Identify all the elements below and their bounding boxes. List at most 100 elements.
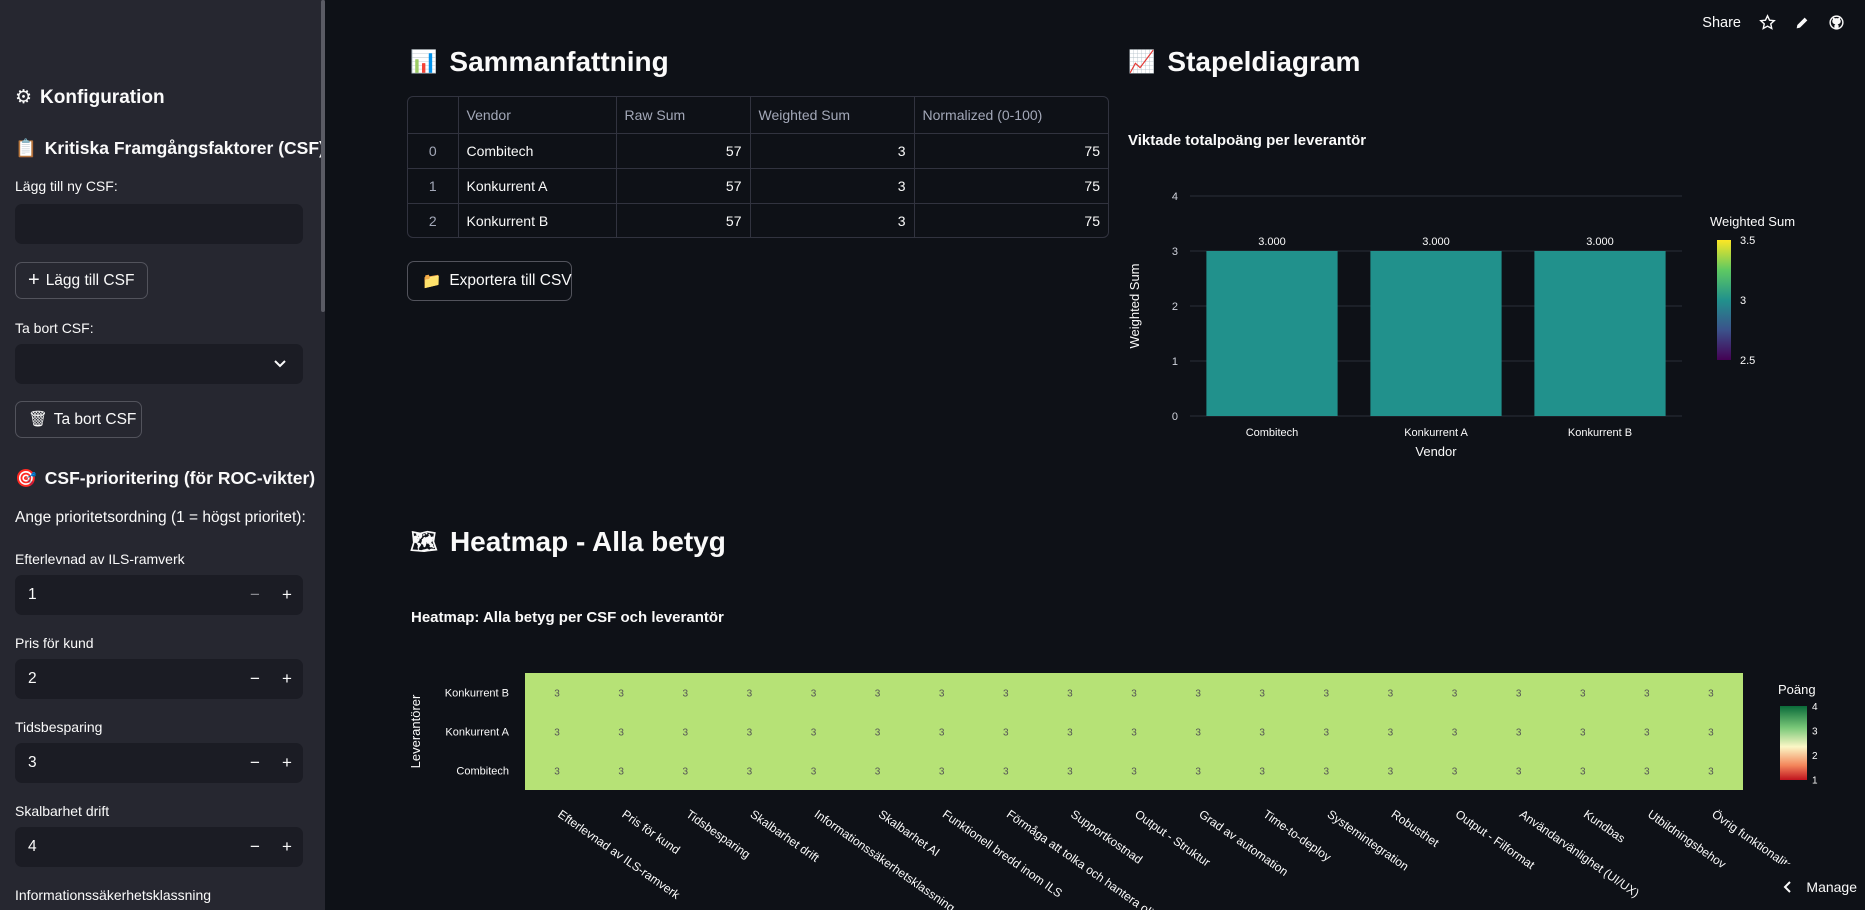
y-axis-label: Weighted Sum — [1127, 263, 1142, 348]
github-icon[interactable] — [1828, 14, 1845, 31]
cell-value: 3 — [1131, 767, 1137, 778]
remove-csf-button[interactable]: 🗑 Ta bort CSF — [15, 401, 142, 438]
weighted-sum-cell[interactable]: 3 — [750, 133, 915, 169]
clipboard-icon: 📋 — [15, 138, 37, 158]
y-tick-label: 1 — [1172, 356, 1178, 368]
row-index: 2 — [408, 203, 459, 237]
table-row[interactable]: 1 Konkurrent A 57 3 75 — [408, 168, 1108, 204]
plus-icon[interactable]: + — [271, 837, 303, 857]
cell-value: 3 — [811, 767, 817, 778]
cell-value: 3 — [1708, 767, 1714, 778]
plus-icon[interactable]: + — [271, 669, 303, 689]
vendor-cell[interactable]: Combitech — [458, 133, 617, 169]
column-header[interactable]: Vendor — [458, 97, 617, 134]
cell-value: 3 — [1644, 767, 1650, 778]
weighted-sum-cell[interactable]: 3 — [750, 168, 915, 204]
prio-value[interactable]: 1 — [15, 586, 239, 604]
table-header-row: Vendor Raw Sum Weighted Sum Normalized (… — [408, 97, 1108, 134]
prio-stepper[interactable]: 3 − + — [15, 743, 303, 783]
prio-stepper[interactable]: 1 − + — [15, 575, 303, 615]
sidebar-scrollbar[interactable] — [321, 0, 325, 312]
minus-icon[interactable]: − — [239, 669, 271, 689]
manage-app-button[interactable]: Manage — [1766, 864, 1865, 910]
cell-value: 3 — [939, 767, 945, 778]
prio-text: Ange prioritetsordning (1 = högst priori… — [15, 509, 306, 526]
export-csv-button[interactable]: 📁 Exportera till CSV — [407, 261, 572, 301]
toolbar: Share — [1702, 14, 1845, 31]
raw-sum-cell[interactable]: 57 — [616, 168, 751, 204]
trash-icon: 🗑 — [28, 411, 48, 428]
column-label: Användarvänlighet (UI/UX) — [1517, 807, 1642, 900]
minus-icon[interactable]: − — [239, 585, 271, 605]
colorbar-tick-label: 3 — [1740, 295, 1746, 307]
normalized-cell[interactable]: 75 — [914, 168, 1108, 204]
target-icon: 🎯 — [15, 468, 37, 488]
column-header[interactable]: Weighted Sum — [750, 97, 915, 134]
cell-value: 3 — [1516, 689, 1522, 700]
cell-value: 3 — [811, 728, 817, 739]
cell-value: 3 — [1067, 728, 1073, 739]
cell-value: 3 — [875, 728, 881, 739]
cell-value: 3 — [747, 728, 753, 739]
folder-icon: 📁 — [422, 272, 442, 290]
add-csf-input[interactable] — [15, 204, 303, 244]
normalized-cell[interactable]: 75 — [914, 133, 1108, 169]
star-icon[interactable] — [1759, 14, 1776, 31]
prio-label: Efterlevnad av ILS-ramverk — [15, 551, 185, 567]
plus-icon[interactable]: + — [271, 585, 303, 605]
minus-icon[interactable]: − — [239, 753, 271, 773]
prio-value[interactable]: 3 — [15, 754, 239, 772]
bar-chart-icon: 📊 — [410, 49, 438, 74]
row-label: Konkurrent A — [445, 727, 509, 739]
summary-heading: 📊 Sammanfattning — [410, 46, 669, 77]
prio-value[interactable]: 4 — [15, 838, 239, 856]
remove-csf-select[interactable] — [15, 344, 303, 384]
config-heading: ⚙ Konfiguration — [15, 86, 165, 109]
cell-value: 3 — [1644, 689, 1650, 700]
prio-stepper[interactable]: 4 − + — [15, 827, 303, 867]
gear-icon: ⚙ — [15, 87, 33, 108]
raw-sum-cell[interactable]: 57 — [616, 133, 751, 169]
vendor-cell[interactable]: Konkurrent A — [458, 168, 617, 204]
plus-icon[interactable]: + — [271, 753, 303, 773]
y-tick-label: 2 — [1172, 301, 1178, 313]
bar-chart-title: Viktade totalpoäng per leverantör — [1128, 132, 1367, 149]
cell-value: 3 — [1708, 728, 1714, 739]
cell-value: 3 — [875, 767, 881, 778]
column-header[interactable]: Raw Sum — [616, 97, 751, 134]
cell-value: 3 — [811, 689, 817, 700]
cell-value: 3 — [618, 728, 624, 739]
colorbar-tick-label: 3.5 — [1740, 235, 1755, 247]
add-csf-button[interactable]: + Lägg till CSF — [15, 262, 148, 299]
edit-icon[interactable] — [1794, 15, 1810, 31]
minus-icon[interactable]: − — [239, 837, 271, 857]
column-header[interactable]: Normalized (0-100) — [914, 97, 1108, 134]
column-header[interactable] — [408, 97, 459, 134]
share-button[interactable]: Share — [1702, 15, 1741, 31]
table-row[interactable]: 2 Konkurrent B 57 3 75 — [408, 203, 1108, 237]
table-row[interactable]: 0 Combitech 57 3 75 — [408, 133, 1108, 169]
cell-value: 3 — [1388, 728, 1394, 739]
cell-value: 3 — [1259, 689, 1265, 700]
prio-value[interactable]: 2 — [15, 670, 239, 688]
bar-chart[interactable]: 0 1 2 3 4 3.000 Combitech 3.000 Konkurrent A 3.00… — [1120, 180, 1820, 480]
colorbar — [1780, 706, 1807, 780]
normalized-cell[interactable]: 75 — [914, 203, 1108, 237]
heatmap-chart[interactable]: Konkurrent B 3 3 3 3 3 3 3 3 3 3 3 3 3 3 3 3 3 3 3 Konkurren… — [400, 670, 1820, 910]
prio-label: Tidsbesparing — [15, 719, 103, 735]
column-label: Kundbas — [1581, 807, 1628, 846]
cell-value: 3 — [554, 689, 560, 700]
column-label: Funktionell bredd inom ILS — [940, 807, 1065, 900]
prio-stepper[interactable]: 2 − + — [15, 659, 303, 699]
cell-value: 3 — [1708, 689, 1714, 700]
row-label: Combitech — [456, 766, 509, 778]
x-tick-label: Konkurrent A — [1404, 427, 1468, 439]
vendor-cell[interactable]: Konkurrent B — [458, 203, 617, 237]
colorbar-tick-label: 2 — [1812, 751, 1818, 762]
column-label: Skalbarhet drift — [748, 807, 823, 865]
raw-sum-cell[interactable]: 57 — [616, 203, 751, 237]
summary-table[interactable]: Vendor Raw Sum Weighted Sum Normalized (… — [407, 96, 1109, 238]
cell-value: 3 — [1003, 767, 1009, 778]
cell-value: 3 — [1259, 728, 1265, 739]
weighted-sum-cell[interactable]: 3 — [750, 203, 915, 237]
